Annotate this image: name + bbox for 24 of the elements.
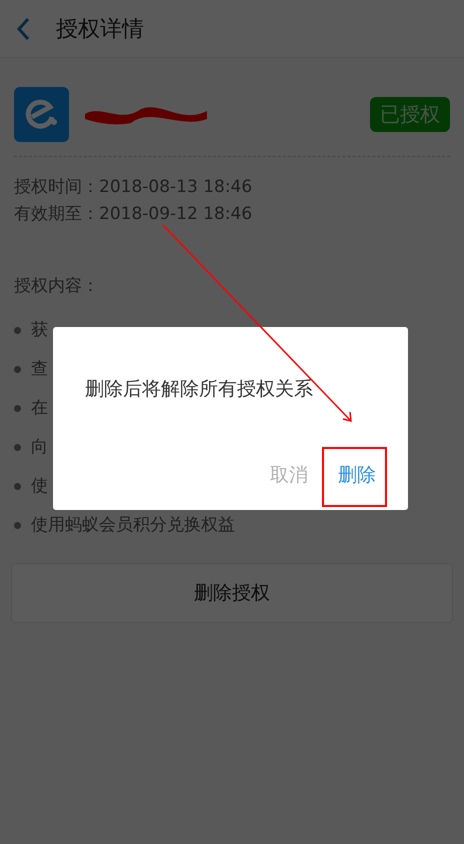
time-text: 授权时间：2018-08-13 18:46 [14, 176, 254, 199]
page-title: 授权详情 [56, 16, 144, 44]
time-text: 有效期至：2018-09-12 18:46 [14, 203, 254, 226]
delete-button[interactable]: 删除 [328, 454, 386, 496]
scope-item: 向 [31, 436, 48, 459]
scope-item: 使用蚂蚁会员积分兑换权益 [31, 514, 235, 537]
bullet-icon [14, 404, 21, 412]
scope-item: 使 [31, 475, 48, 498]
app-logo-icon [14, 86, 69, 142]
dialog-message: 删除后将解除所有授权关系 [85, 377, 314, 402]
bullet-icon [14, 366, 21, 372]
bullet-icon [14, 444, 21, 450]
highlight-frame [322, 447, 387, 507]
scope-item: 在 [31, 397, 48, 420]
authorized-badge: 已授权 [370, 96, 450, 132]
bullet-icon [14, 326, 21, 334]
scope-item: 查 [31, 358, 48, 381]
bullet-icon [14, 522, 21, 528]
scope-item: 获 [31, 319, 48, 342]
bullet-icon [14, 482, 21, 490]
back-icon [16, 16, 30, 40]
revoke-button[interactable]: 删除授权 [11, 563, 453, 623]
scope-heading: 授权内容： [13, 275, 100, 298]
cancel-button[interactable]: 取消 [260, 454, 318, 496]
